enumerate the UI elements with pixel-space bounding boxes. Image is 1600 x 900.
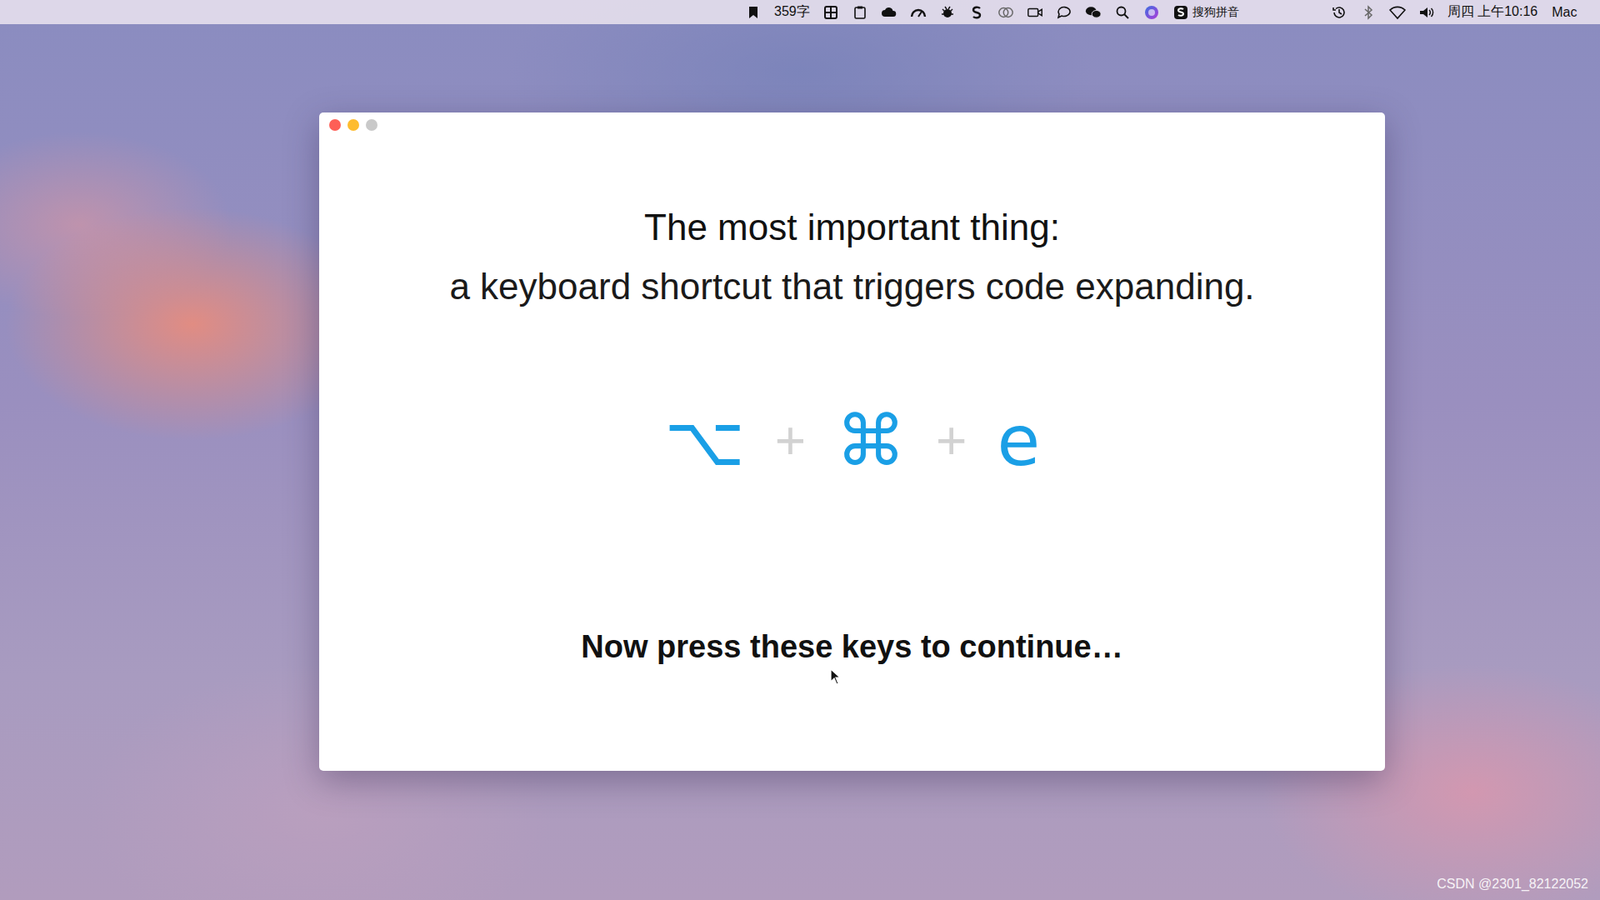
siri-icon[interactable] [1143, 5, 1160, 20]
input-method[interactable]: 搜狗拼音 [1172, 5, 1240, 20]
mouse-cursor-icon [830, 668, 842, 685]
bug-icon[interactable] [939, 5, 956, 20]
volume-icon[interactable] [1418, 5, 1435, 20]
chat-icon[interactable] [1055, 5, 1073, 20]
grid-icon[interactable] [822, 5, 840, 20]
search-icon[interactable] [1114, 5, 1131, 20]
bluetooth-icon[interactable] [1360, 5, 1377, 20]
shortcut-key: ⌥ [664, 403, 745, 479]
subheading: a keyboard shortcut that triggers code e… [449, 262, 1255, 310]
desktop: 359字 搜狗拼音 周四 上午10:16 Mac The most important … [0, 0, 1600, 900]
shortcut: ⌥ + ⌘ + e [664, 403, 1040, 479]
time-machine-icon[interactable] [1330, 5, 1348, 20]
sync-icon[interactable] [968, 5, 985, 20]
shortcut-key: e [996, 403, 1040, 479]
title-bar [319, 112, 1385, 131]
window-content: The most important thing: a keyboard shor… [319, 130, 1385, 666]
wifi-icon[interactable] [1389, 5, 1406, 20]
cloud-icon[interactable] [880, 5, 898, 20]
rings-icon[interactable] [997, 5, 1015, 20]
sogou-icon [1172, 5, 1190, 20]
gauge-icon[interactable] [910, 5, 927, 20]
clipboard-icon[interactable] [851, 5, 869, 20]
plus-separator: + [775, 403, 806, 479]
menu-bar: 359字 搜狗拼音 周四 上午10:16 Mac [0, 0, 1600, 25]
minimize-button[interactable] [347, 119, 360, 131]
prompt: Now press these keys to continue… [580, 627, 1123, 666]
user-name[interactable]: Mac [1551, 5, 1577, 20]
watermark: CSDN @2301_82122052 [1436, 876, 1589, 892]
welcome-window: The most important thing: a keyboard shor… [319, 112, 1385, 771]
shortcut-key: ⌘ [835, 403, 906, 479]
close-button[interactable] [329, 119, 341, 131]
wechat-icon[interactable] [1085, 5, 1102, 20]
plus-separator: + [935, 403, 967, 479]
camera-icon[interactable] [1026, 5, 1044, 20]
clock[interactable]: 周四 上午10:16 [1447, 3, 1538, 21]
heading: The most important thing: [644, 203, 1060, 251]
word-count[interactable]: 359字 [774, 3, 810, 21]
bookmark-icon[interactable] [745, 5, 762, 20]
zoom-button[interactable] [365, 119, 378, 131]
